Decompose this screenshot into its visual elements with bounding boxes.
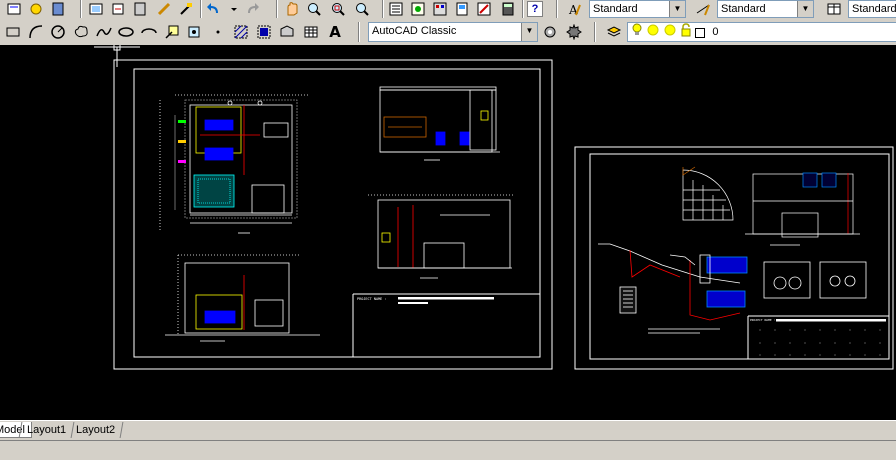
- layer-name: 0: [712, 26, 719, 39]
- multiline-text-icon[interactable]: A: [327, 24, 343, 40]
- toolbar-separator: [358, 22, 360, 42]
- tab-layout2[interactable]: Layout2: [68, 422, 124, 438]
- calculator-icon[interactable]: [500, 1, 516, 17]
- layer-select[interactable]: 0: [627, 22, 896, 42]
- design-center-icon[interactable]: [28, 1, 44, 17]
- markup-set-manager-icon[interactable]: [476, 1, 492, 17]
- floor-plan-upper: [159, 94, 310, 234]
- dimension-style-select[interactable]: Standard ▼: [717, 0, 814, 18]
- arc-icon[interactable]: [28, 24, 44, 40]
- properties-palette-icon[interactable]: [388, 1, 404, 17]
- circle-icon[interactable]: [50, 24, 66, 40]
- tab-layout2-label: Layout2: [76, 424, 116, 436]
- gear-icon[interactable]: [566, 24, 582, 40]
- chevron-down-icon[interactable]: ▼: [521, 23, 537, 41]
- lightbulb-icon[interactable]: [631, 23, 643, 41]
- ellipse-arc-icon[interactable]: [141, 24, 157, 40]
- right-detail-curve: [682, 166, 734, 221]
- table-style-value: Standard: [852, 3, 896, 15]
- left-title-block: PROJECT NAME :: [352, 293, 540, 357]
- toolbar-separator: [594, 22, 596, 42]
- workspace-select[interactable]: AutoCAD Classic ▼: [368, 22, 538, 42]
- markup-icon[interactable]: [110, 1, 126, 17]
- dimension-style-icon[interactable]: [695, 1, 711, 17]
- right-title-block: PROJECT NAME :: [747, 315, 889, 359]
- layer-color-swatch[interactable]: [695, 27, 706, 38]
- properties-icon[interactable]: [6, 1, 22, 17]
- toolbar-separator: [200, 0, 202, 18]
- table-style-select[interactable]: Standard: [848, 0, 896, 18]
- right-title-block-label: PROJECT NAME :: [750, 318, 775, 322]
- command-line[interactable]: [0, 440, 896, 460]
- chevron-down-icon[interactable]: ▼: [669, 1, 685, 17]
- drawing-area[interactable]: PROJECT NAME : PROJECT NAME:: [0, 45, 896, 420]
- hatch-icon[interactable]: [233, 24, 249, 40]
- match-properties-icon[interactable]: [178, 1, 194, 17]
- sun-icon[interactable]: [646, 23, 660, 41]
- table-icon[interactable]: [303, 24, 319, 40]
- crosshair-cursor: [94, 45, 140, 67]
- toolbar-standard: ? A Standard ▼ Standard ▼ Standard: [0, 0, 896, 20]
- toolbar-separator: [80, 0, 82, 18]
- right-elevation: [745, 172, 860, 246]
- tab-layout1[interactable]: Layout1: [18, 422, 75, 438]
- undo-dropdown-icon[interactable]: [226, 1, 242, 17]
- sheet-set-icon[interactable]: [88, 1, 104, 17]
- tool-palettes-icon[interactable]: [50, 1, 66, 17]
- revision-cloud-icon[interactable]: [73, 24, 89, 40]
- redo-icon[interactable]: [244, 1, 260, 17]
- right-sheet[interactable]: PROJECT NAME :: [574, 146, 894, 370]
- workspace-value: AutoCAD Classic: [372, 25, 457, 37]
- ellipse-icon[interactable]: [118, 24, 134, 40]
- text-style-icon[interactable]: A: [566, 1, 582, 17]
- rectangle-icon[interactable]: [5, 24, 21, 40]
- lock-icon[interactable]: [680, 23, 692, 41]
- elevation-upper: [379, 86, 500, 161]
- toolbar-separator: [276, 0, 278, 18]
- region-icon[interactable]: [279, 24, 295, 40]
- drawing-canvas[interactable]: PROJECT NAME : PROJECT NAME:: [0, 45, 896, 420]
- text-style-value: Standard: [593, 3, 638, 15]
- text-style-select[interactable]: Standard ▼: [589, 0, 686, 18]
- toolbar-draw: A AutoCAD Classic ▼ 0: [0, 19, 896, 46]
- layout-tab-bar: Model Layout1 Layout2: [0, 420, 896, 441]
- left-sheet-border: [113, 59, 553, 370]
- section-lower: [368, 194, 515, 279]
- table-style-icon[interactable]: [826, 1, 842, 17]
- chevron-down-icon[interactable]: ▼: [797, 1, 813, 17]
- tool-palettes-window-icon[interactable]: [432, 1, 448, 17]
- zoom-previous-icon[interactable]: [354, 1, 370, 17]
- point-icon[interactable]: [210, 24, 226, 40]
- tab-layout1-label: Layout1: [27, 424, 67, 436]
- toolbar-separator: [382, 0, 384, 18]
- pan-icon[interactable]: [284, 1, 300, 17]
- layer-manager-icon[interactable]: [606, 24, 622, 40]
- gradient-icon[interactable]: [256, 24, 272, 40]
- design-center-palette-icon[interactable]: [410, 1, 426, 17]
- undo-icon[interactable]: [206, 1, 222, 17]
- pencil-icon[interactable]: [156, 1, 172, 17]
- sheet-set-manager-icon[interactable]: [454, 1, 470, 17]
- spline-icon[interactable]: [96, 24, 112, 40]
- toolbar-separator: [556, 0, 558, 18]
- insert-block-icon[interactable]: [164, 24, 180, 40]
- help-icon[interactable]: ?: [527, 1, 543, 17]
- dimension-style-value: Standard: [721, 3, 766, 15]
- freeze-viewport-icon[interactable]: [663, 23, 677, 41]
- workspace-settings-icon[interactable]: [542, 24, 558, 40]
- zoom-realtime-icon[interactable]: [306, 1, 322, 17]
- left-title-block-label: PROJECT NAME :: [357, 297, 387, 301]
- right-sheet-frame: [589, 153, 890, 360]
- quickcalc-icon[interactable]: [132, 1, 148, 17]
- toolbar-separator: [522, 0, 524, 18]
- make-block-icon[interactable]: [186, 24, 202, 40]
- floor-plan-lower: [165, 254, 320, 342]
- zoom-window-icon[interactable]: [330, 1, 346, 17]
- left-sheet[interactable]: PROJECT NAME :: [113, 59, 553, 370]
